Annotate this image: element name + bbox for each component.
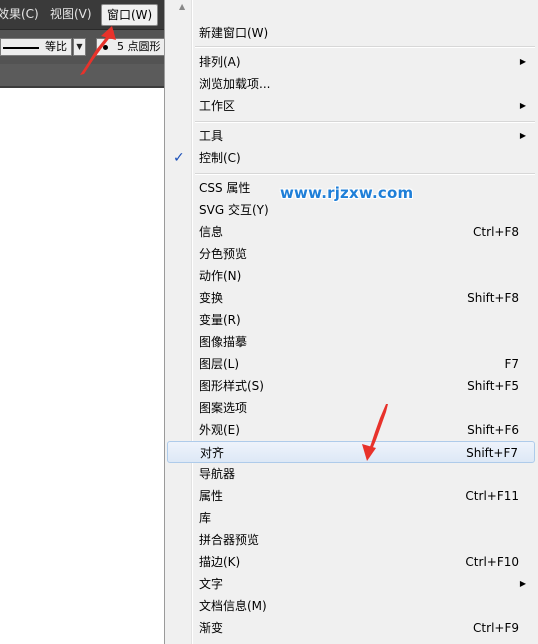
site-watermark: www.rjzxw.com bbox=[280, 184, 414, 202]
menu-item-workspace[interactable]: 工作区 ▶ bbox=[167, 95, 535, 117]
menu-item-info[interactable]: 信息 Ctrl+F8 bbox=[167, 221, 535, 243]
stroke-line-preview bbox=[3, 47, 39, 49]
menu-item-label: 浏览加载项... bbox=[199, 77, 271, 91]
menu-item-label: 描边(K) bbox=[199, 555, 241, 569]
menu-item-label: 工具 bbox=[199, 129, 224, 143]
menu-item-shortcut: Shift+F5 bbox=[467, 379, 519, 393]
menu-item-label: 图层(L) bbox=[199, 357, 240, 371]
chevron-right-icon: ▶ bbox=[519, 579, 526, 588]
menu-item-appearance[interactable]: 外观(E) Shift+F6 bbox=[167, 419, 535, 441]
menu-item-shortcut: Ctrl+F9 bbox=[473, 621, 519, 635]
menu-item-label: 变量(R) bbox=[199, 313, 241, 327]
menu-item-label: 文档信息(M) bbox=[199, 599, 267, 613]
menu-item-document-info[interactable]: 文档信息(M) bbox=[167, 595, 535, 617]
menu-item-shortcut: Ctrl+F8 bbox=[473, 225, 519, 239]
stroke-profile-label: 等比 bbox=[45, 40, 67, 53]
menu-item-label: 渐变 bbox=[199, 621, 224, 635]
menu-effect[interactable]: 效果(C) bbox=[0, 5, 39, 24]
menu-item-svg-interactivity[interactable]: SVG 交互(Y) bbox=[167, 199, 535, 221]
menu-separator bbox=[195, 46, 535, 48]
menu-item-label: 导航器 bbox=[199, 467, 236, 481]
menu-item-tools[interactable]: 工具 ▶ bbox=[167, 125, 535, 147]
menu-item-browse-addons[interactable]: 浏览加载项... bbox=[167, 73, 535, 95]
menu-item-shortcut: Ctrl+F10 bbox=[465, 555, 519, 569]
menu-separator bbox=[195, 121, 535, 123]
menu-separator bbox=[195, 173, 535, 175]
menu-item-label: SVG 交互(Y) bbox=[199, 203, 269, 217]
menu-item-flattener-preview[interactable]: 拼合器预览 bbox=[167, 529, 535, 551]
menu-item-label: 新建窗口(W) bbox=[199, 26, 269, 40]
menu-item-variables[interactable]: 变量(R) bbox=[167, 309, 535, 331]
menu-item-label: 控制(C) bbox=[199, 151, 241, 165]
menu-window[interactable]: 窗口(W) bbox=[101, 4, 159, 26]
menu-item-shortcut: F7 bbox=[504, 357, 519, 371]
menu-item-label: 动作(N) bbox=[199, 269, 242, 283]
menu-item-control[interactable]: ✓ 控制(C) bbox=[167, 147, 535, 169]
menu-item-label: 排列(A) bbox=[199, 55, 241, 69]
menu-item-label: 分色预览 bbox=[199, 247, 248, 261]
menu-item-libraries[interactable]: 库 bbox=[167, 507, 535, 529]
menu-item-label: 变换 bbox=[199, 291, 224, 305]
menu-item-label: CSS 属性 bbox=[199, 181, 251, 195]
menu-item-label: 外观(E) bbox=[199, 423, 240, 437]
menu-item-navigator[interactable]: 导航器 bbox=[167, 463, 535, 485]
menu-item-new-window[interactable]: 新建窗口(W) bbox=[167, 22, 535, 44]
menu-item-label: 图案选项 bbox=[199, 401, 248, 415]
menu-item-label: 图形样式(S) bbox=[199, 379, 264, 393]
menu-item-stroke[interactable]: 描边(K) Ctrl+F10 bbox=[167, 551, 535, 573]
menu-item-label: 拼合器预览 bbox=[199, 533, 260, 547]
menu-item-label: 库 bbox=[199, 511, 212, 525]
menu-item-layers[interactable]: 图层(L) F7 bbox=[167, 353, 535, 375]
control-bar: 等比 ▼ 5 点圆形 bbox=[0, 29, 164, 64]
menu-item-transform[interactable]: 变换 Shift+F8 bbox=[167, 287, 535, 309]
menu-item-align[interactable]: 对齐 Shift+F7 bbox=[167, 441, 535, 463]
menu-item-label: 图像描摹 bbox=[199, 335, 248, 349]
window-dropdown-menu: ▲ 新建窗口(W) 排列(A) ▶ 浏览加载项... 工作区 ▶ 工具 ▶ ✓ … bbox=[164, 0, 538, 644]
menu-item-shortcut: Shift+F6 bbox=[467, 423, 519, 437]
menu-item-type[interactable]: 文字 ▶ bbox=[167, 573, 535, 595]
menu-item-label: 工作区 bbox=[199, 99, 236, 113]
menu-item-separations-preview[interactable]: 分色预览 bbox=[167, 243, 535, 265]
document-tab-bar bbox=[0, 64, 164, 88]
menu-item-gradient[interactable]: 渐变 Ctrl+F9 bbox=[167, 617, 535, 639]
app-menubar: 效果(C) 视图(V) 窗口(W) bbox=[0, 0, 164, 29]
brush-dot-icon bbox=[103, 45, 108, 50]
checkmark-icon: ✓ bbox=[173, 150, 185, 166]
menu-item-shortcut: Shift+F8 bbox=[467, 291, 519, 305]
stroke-profile-select[interactable]: 等比 bbox=[0, 38, 72, 56]
chevron-right-icon: ▶ bbox=[519, 101, 526, 110]
brush-select[interactable]: 5 点圆形 bbox=[96, 38, 164, 56]
menu-item-label: 信息 bbox=[199, 225, 224, 239]
menu-item-arrange[interactable]: 排列(A) ▶ bbox=[167, 51, 535, 73]
menu-item-pattern-options[interactable]: 图案选项 bbox=[167, 397, 535, 419]
menu-view[interactable]: 视图(V) bbox=[50, 5, 92, 24]
chevron-right-icon: ▶ bbox=[519, 131, 526, 140]
menu-item-label: 属性 bbox=[199, 489, 224, 503]
menu-item-image-trace[interactable]: 图像描摹 bbox=[167, 331, 535, 353]
menu-item-shortcut: Shift+F7 bbox=[466, 446, 518, 460]
brush-label: 5 点圆形 bbox=[117, 40, 161, 53]
menu-item-label: 文字 bbox=[199, 577, 224, 591]
menu-item-label: 对齐 bbox=[200, 446, 225, 460]
menu-item-properties[interactable]: 属性 Ctrl+F11 bbox=[167, 485, 535, 507]
chevron-right-icon: ▶ bbox=[519, 57, 526, 66]
document-canvas[interactable] bbox=[0, 88, 164, 644]
chevron-down-icon[interactable]: ▼ bbox=[73, 38, 86, 56]
menu-item-actions[interactable]: 动作(N) bbox=[167, 265, 535, 287]
menu-item-graphic-styles[interactable]: 图形样式(S) Shift+F5 bbox=[167, 375, 535, 397]
menu-item-shortcut: Ctrl+F11 bbox=[465, 489, 519, 503]
scroll-up-icon[interactable]: ▲ bbox=[179, 2, 185, 11]
